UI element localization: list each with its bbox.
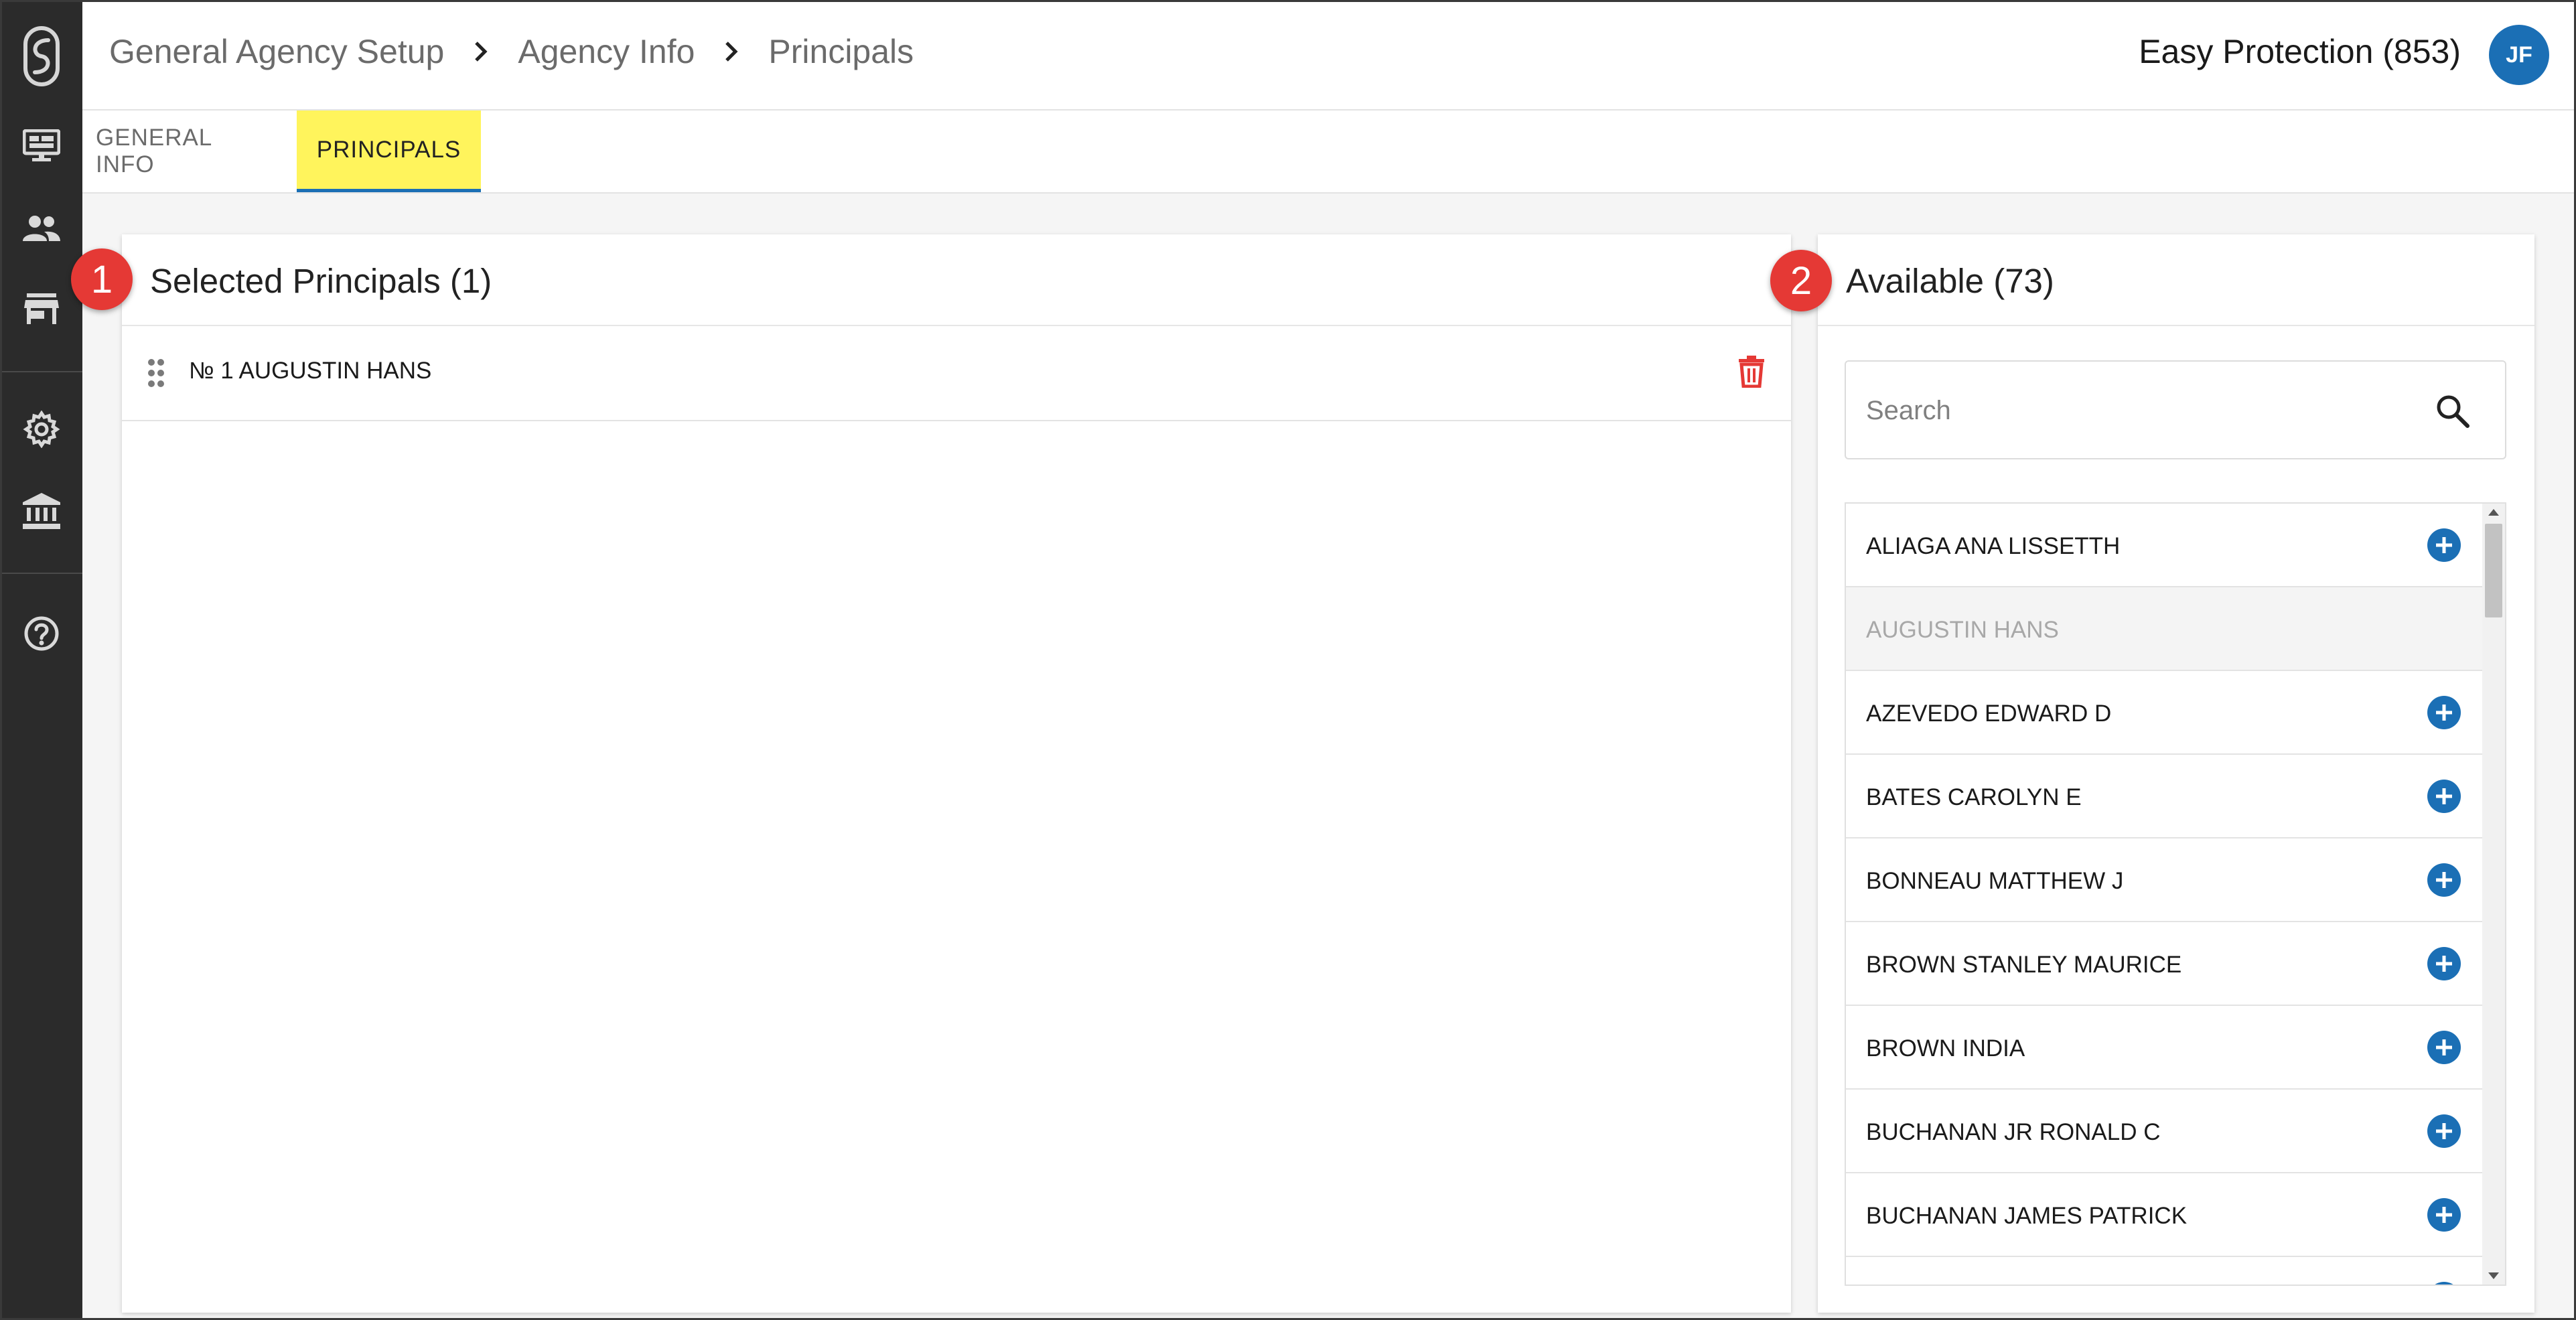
chevron-right-icon — [474, 40, 488, 63]
add-circle-icon[interactable] — [2427, 1114, 2461, 1151]
selected-principal-label: № 1 AUGUSTIN HANS — [189, 358, 432, 384]
chevron-right-icon — [724, 40, 739, 63]
tab-bar: GENERAL INFO PRINCIPALS — [82, 111, 2576, 194]
sidebar-item-people[interactable] — [0, 196, 82, 263]
help-icon — [23, 615, 60, 655]
bank-icon — [22, 492, 60, 532]
add-circle-icon[interactable] — [2427, 780, 2461, 816]
scrollbar-thumb[interactable] — [2485, 524, 2502, 617]
add-circle-icon[interactable] — [2427, 1031, 2461, 1068]
dashboard-icon — [22, 129, 60, 166]
list-item-partial[interactable] — [1846, 1257, 2484, 1285]
avatar[interactable]: JF — [2489, 25, 2549, 85]
list-item-label: BONNEAU MATTHEW J — [1866, 868, 2124, 894]
add-circle-icon[interactable] — [2427, 863, 2461, 900]
scroll-down-arrow-icon[interactable] — [2488, 1272, 2499, 1279]
list-item-label: BROWN INDIA — [1866, 1035, 2025, 1061]
available-principals-panel: Available (73) ALIAGA ANA LISSETTH AUGUS… — [1818, 234, 2534, 1313]
app-logo[interactable] — [15, 20, 68, 92]
store-icon — [23, 293, 59, 327]
step-badge-2: 2 — [1770, 250, 1832, 311]
add-circle-icon[interactable] — [2427, 947, 2461, 984]
top-header: General Agency Setup Agency Info Princip… — [82, 0, 2576, 111]
breadcrumb-principals: Principals — [768, 33, 914, 70]
drag-handle-icon[interactable] — [147, 358, 165, 391]
list-item-label: AUGUSTIN HANS — [1866, 617, 2059, 643]
selected-principal-row[interactable]: № 1 AUGUSTIN HANS — [122, 326, 1791, 421]
add-circle-icon[interactable] — [2427, 696, 2461, 733]
list-item-disabled: AUGUSTIN HANS — [1846, 587, 2484, 671]
available-title: Available (73) — [1846, 262, 2054, 300]
sidebar-item-settings[interactable] — [0, 397, 82, 464]
list-item[interactable]: AZEVEDO EDWARD D — [1846, 671, 2484, 755]
list-scrollbar[interactable] — [2482, 504, 2505, 1285]
list-item-label: BATES CAROLYN E — [1866, 784, 2082, 810]
list-item-label: ALIAGA ANA LISSETTH — [1866, 533, 2121, 559]
sidebar-divider — [0, 573, 82, 574]
list-item[interactable]: BUCHANAN JR RONALD C — [1846, 1090, 2484, 1173]
company-name: Easy Protection (853) — [2139, 33, 2461, 70]
add-circle-icon[interactable] — [2427, 528, 2461, 565]
tab-general-info[interactable]: GENERAL INFO — [96, 111, 260, 192]
breadcrumb: General Agency Setup Agency Info Princip… — [109, 32, 914, 71]
list-item[interactable]: ALIAGA ANA LISSETTH — [1846, 504, 2484, 587]
delete-icon[interactable] — [1739, 356, 1764, 391]
available-list[interactable]: ALIAGA ANA LISSETTH AUGUSTIN HANS AZEVED… — [1845, 502, 2506, 1286]
sidebar-item-dashboard[interactable] — [0, 114, 82, 181]
people-icon — [22, 214, 61, 246]
list-item[interactable]: BUCHANAN JAMES PATRICK — [1846, 1173, 2484, 1257]
list-item[interactable]: BROWN INDIA — [1846, 1006, 2484, 1090]
list-item[interactable]: BATES CAROLYN E — [1846, 755, 2484, 838]
list-item-label: AZEVEDO EDWARD D — [1866, 701, 2112, 727]
sidebar — [0, 0, 82, 1320]
search-icon[interactable] — [2435, 394, 2470, 432]
sidebar-divider — [0, 371, 82, 372]
breadcrumb-agency-info[interactable]: Agency Info — [518, 32, 695, 71]
list-item[interactable]: BONNEAU MATTHEW J — [1846, 838, 2484, 922]
add-circle-icon[interactable] — [2427, 1282, 2461, 1285]
selected-principals-panel: Selected Principals (1) № 1 AUGUSTIN HAN… — [122, 234, 1791, 1313]
sidebar-item-bank[interactable] — [0, 479, 82, 546]
selected-principals-title: Selected Principals (1) — [150, 262, 492, 300]
search-box — [1845, 360, 2506, 459]
panel-divider — [1818, 325, 2534, 326]
step-badge-1: 1 — [71, 248, 133, 310]
sidebar-item-help[interactable] — [0, 601, 82, 668]
add-circle-icon[interactable] — [2427, 1198, 2461, 1235]
list-item-label: BUCHANAN JR RONALD C — [1866, 1119, 2161, 1145]
list-item-label: BROWN STANLEY MAURICE — [1866, 952, 2182, 978]
tab-principals[interactable]: PRINCIPALS — [297, 111, 481, 192]
sidebar-item-store[interactable] — [0, 277, 82, 344]
list-item[interactable]: BROWN STANLEY MAURICE — [1846, 922, 2484, 1006]
breadcrumb-general-agency-setup[interactable]: General Agency Setup — [109, 32, 444, 71]
settings-icon — [22, 409, 60, 451]
scroll-up-arrow-icon[interactable] — [2488, 509, 2499, 516]
search-input[interactable] — [1865, 391, 2417, 430]
list-item-label: BUCHANAN JAMES PATRICK — [1866, 1203, 2188, 1229]
